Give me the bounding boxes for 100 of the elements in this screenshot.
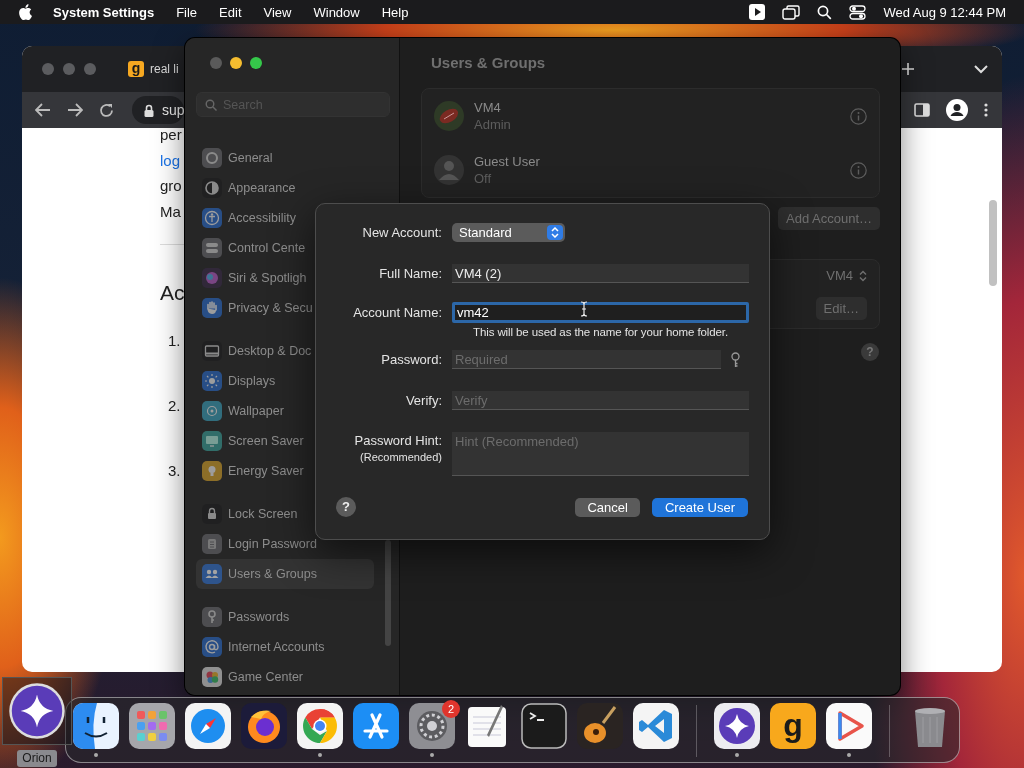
sidebar-item[interactable]: Desktop & Doc <box>196 336 316 366</box>
field-label: Password: <box>380 352 442 367</box>
menu-item[interactable]: File <box>176 4 198 20</box>
sidebar-item[interactable]: Users & Groups <box>196 559 374 589</box>
sidebar-item[interactable]: General <box>196 143 277 173</box>
app-icon[interactable]: g <box>770 703 816 749</box>
scrollbar-thumb[interactable] <box>989 200 997 286</box>
section-heading: Ac <box>160 280 185 306</box>
sidebar-item[interactable]: Appearance <box>196 173 300 203</box>
hand-icon <box>202 298 222 318</box>
password-hint-field[interactable]: Hint (Recommended) <box>452 432 749 476</box>
password-field[interactable]: Required <box>452 350 721 369</box>
browser-tab[interactable]: g real li <box>128 61 179 77</box>
full-name-field[interactable]: VM4 (2) <box>452 264 749 283</box>
window-control[interactable] <box>84 63 96 75</box>
menu-item[interactable]: Edit <box>219 4 242 20</box>
play-icon[interactable] <box>749 4 766 20</box>
minimize-button[interactable] <box>230 57 242 69</box>
user-popup[interactable]: VM4 <box>826 268 867 283</box>
sidebar-item[interactable]: Internet Accounts <box>196 632 329 662</box>
sidebar-item[interactable]: Privacy & Secu <box>196 293 317 323</box>
app-menu[interactable]: System Settings <box>53 4 155 20</box>
sidebar-item[interactable]: Wallpaper <box>196 396 288 426</box>
menu-item[interactable]: Help <box>381 4 409 20</box>
edit-button[interactable]: Edit… <box>815 297 867 320</box>
monitor-icon <box>202 431 222 451</box>
person-avatar-icon <box>434 155 464 185</box>
user-name: Guest User <box>474 153 541 170</box>
ribbon-logo-icon[interactable] <box>633 703 679 749</box>
sidebar-item[interactable]: Passwords <box>196 602 294 632</box>
search-icon <box>205 98 217 111</box>
gear-icon[interactable] <box>409 703 455 749</box>
info-icon[interactable] <box>850 161 867 179</box>
reload-icon[interactable] <box>99 102 114 118</box>
help-button[interactable]: ? <box>336 497 356 517</box>
sidebar-item[interactable]: Energy Saver <box>196 456 308 486</box>
sidebar-item[interactable]: Screen Saver <box>196 426 308 456</box>
key-icon <box>202 607 222 627</box>
finder-face-icon[interactable] <box>73 703 119 749</box>
user-role: Admin <box>474 116 512 133</box>
search-icon[interactable] <box>817 4 833 20</box>
more-menu-icon[interactable] <box>984 103 988 117</box>
account-type-dropdown[interactable]: Standard <box>452 223 565 242</box>
verify-field[interactable]: Verify <box>452 391 749 410</box>
field-label: Account Name: <box>352 305 442 320</box>
app-grid-icon[interactable] <box>129 703 175 749</box>
field-label: Verify: <box>404 393 442 408</box>
account-name-field[interactable]: vm42 <box>452 302 749 323</box>
orb-icon <box>202 268 222 288</box>
info-icon[interactable] <box>850 107 867 125</box>
add-account-button[interactable]: Add Account… <box>778 207 880 230</box>
window-control[interactable] <box>42 63 54 75</box>
overlapping-windows-icon[interactable] <box>782 4 801 20</box>
dock-divider <box>889 705 890 757</box>
link-text[interactable]: log <box>160 147 181 173</box>
field-label: Full Name: <box>378 266 442 281</box>
chevron-down-icon[interactable] <box>974 64 988 74</box>
page-title: Users & Groups <box>431 54 547 72</box>
menu-item[interactable]: View <box>263 4 292 20</box>
guitar-icon[interactable] <box>577 703 623 749</box>
fox-globe-icon[interactable] <box>241 703 287 749</box>
sidebar-item[interactable]: Login Password <box>196 529 321 559</box>
sidebar-item[interactable]: Accessibility <box>196 203 301 233</box>
forward-arrow-icon[interactable] <box>67 103 83 117</box>
sidebar-item[interactable]: Displays <box>196 366 280 396</box>
people-icon <box>202 564 222 584</box>
cancel-button[interactable]: Cancel <box>575 497 640 517</box>
stepper-arrows-icon <box>551 227 559 238</box>
sidebar-item[interactable]: Lock Screen <box>196 499 302 529</box>
crossed-sticks-icon[interactable] <box>353 703 399 749</box>
profile-icon[interactable] <box>946 99 968 121</box>
paragraph-text: Ma <box>160 201 181 222</box>
field-label: Password Hint: <box>354 433 442 448</box>
plus-icon[interactable] <box>902 63 914 75</box>
back-arrow-icon[interactable] <box>35 103 51 117</box>
menu-item[interactable]: Window <box>313 4 360 20</box>
create-user-button[interactable]: Create User <box>651 497 748 517</box>
stepper-arrows-icon <box>859 269 867 282</box>
user-role: Off <box>474 170 493 187</box>
contrast-icon <box>202 178 222 198</box>
key-icon[interactable] <box>731 351 740 368</box>
terminal-prompt-icon[interactable] <box>521 703 567 749</box>
scrollbar-thumb[interactable] <box>385 540 391 646</box>
window-control[interactable] <box>63 63 75 75</box>
favicon-icon: g <box>128 61 144 77</box>
compass-icon[interactable] <box>185 703 231 749</box>
app-name-tooltip: Orion <box>17 750 57 767</box>
sidebar-panel-icon[interactable] <box>914 103 930 117</box>
zoom-button[interactable] <box>250 57 262 69</box>
clock-text[interactable]: Wed Aug 9 12:44 PM <box>883 4 1006 20</box>
apple-logo-icon <box>18 4 32 20</box>
sidebar-item[interactable]: Siri & Spotligh <box>196 263 311 293</box>
sidebar-item[interactable]: Game Center <box>196 662 308 692</box>
address-bar[interactable]: sup <box>132 96 184 124</box>
sparkle-icon[interactable] <box>8 682 66 740</box>
toggles-icon[interactable] <box>849 4 867 20</box>
sidebar-item[interactable]: Control Cente <box>196 233 310 263</box>
sparkle-icon[interactable] <box>714 703 760 749</box>
help-button[interactable]: ? <box>861 343 879 361</box>
lock-icon <box>144 103 154 117</box>
